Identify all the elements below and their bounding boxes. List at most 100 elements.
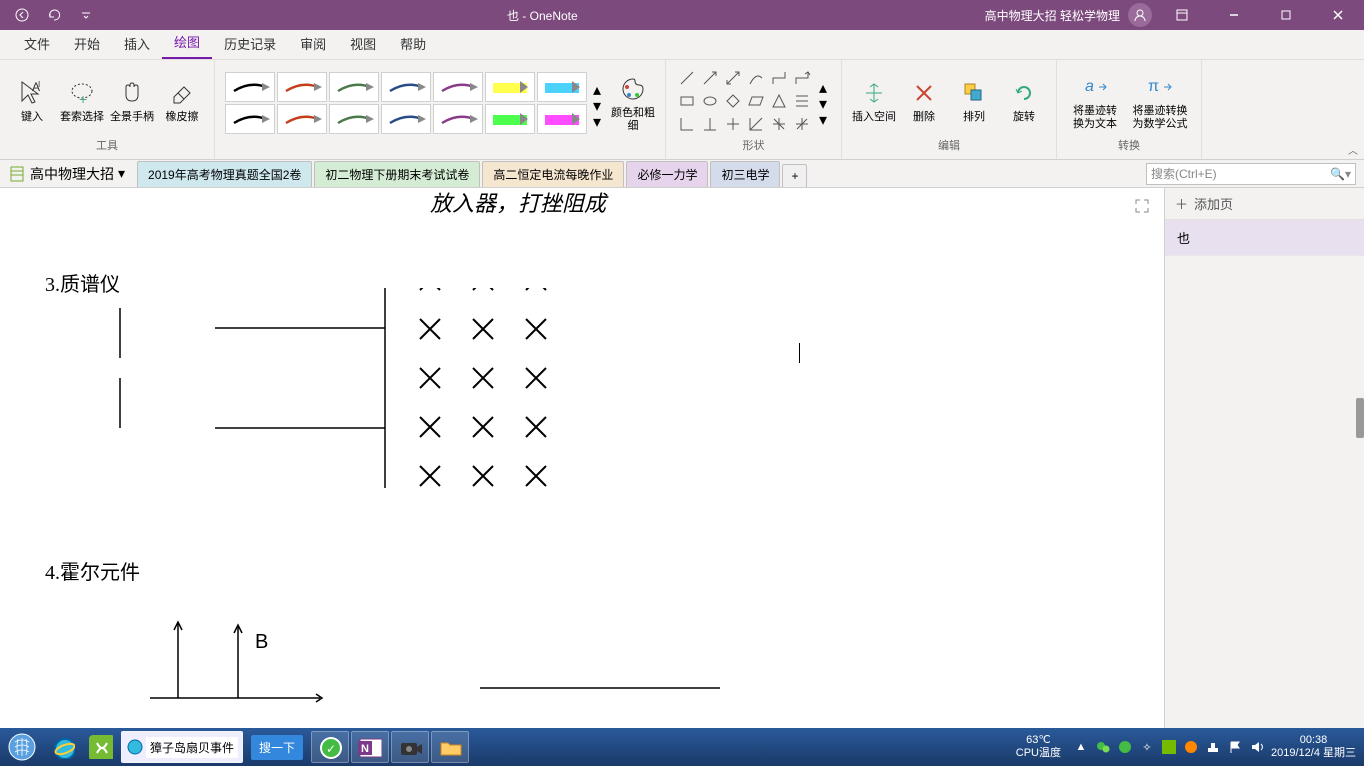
shape-parallelogram[interactable]	[745, 90, 767, 112]
shape-rect[interactable]	[676, 90, 698, 112]
undo-button[interactable]	[40, 3, 68, 27]
tray-icon-1[interactable]: ▲	[1073, 739, 1089, 755]
pen-0-3[interactable]	[381, 72, 431, 102]
pan-button[interactable]: 全景手柄	[108, 66, 156, 136]
insert-space-button[interactable]: 插入空间	[850, 66, 898, 136]
pen-0-4[interactable]	[433, 72, 483, 102]
tray-nvidia-icon[interactable]	[1161, 739, 1177, 755]
tray-wechat-icon[interactable]	[1095, 739, 1111, 755]
tray-flag-icon[interactable]	[1227, 739, 1243, 755]
shape-axis2[interactable]	[699, 113, 721, 135]
pen-0-5[interactable]	[485, 72, 535, 102]
ink-to-math-button[interactable]: π 将墨迹转换 为数学公式	[1127, 66, 1193, 136]
start-button[interactable]	[0, 728, 44, 766]
tray-volume-icon[interactable]	[1249, 739, 1265, 755]
search-icon: 🔍▾	[1330, 167, 1351, 181]
add-section-button[interactable]: +	[782, 164, 807, 187]
section-tab-1[interactable]: 初二物理下册期末考试试卷	[314, 161, 480, 187]
shape-axis5[interactable]	[768, 113, 790, 135]
tab-view[interactable]: 视图	[338, 28, 388, 59]
shape-triangle[interactable]	[768, 90, 790, 112]
shape-ellipse[interactable]	[699, 90, 721, 112]
clock[interactable]: 00:38 2019/12/4 星期三	[1271, 734, 1356, 760]
tab-review[interactable]: 审阅	[288, 28, 338, 59]
section-tab-2[interactable]: 高二恒定电流每晚作业	[482, 161, 624, 187]
arrange-button[interactable]: 排列	[950, 66, 998, 136]
tray-shield-icon[interactable]	[1117, 739, 1133, 755]
eraser-button[interactable]: 橡皮擦	[158, 66, 206, 136]
shape-axis3[interactable]	[722, 113, 744, 135]
back-button[interactable]	[8, 3, 36, 27]
pen-scroll-down[interactable]: ▾	[593, 96, 607, 110]
shape-elbow[interactable]	[768, 67, 790, 89]
minimize-button[interactable]	[1212, 0, 1256, 30]
color-thickness-button[interactable]: 颜色和粗细	[609, 68, 657, 138]
pen-0-6[interactable]	[537, 72, 587, 102]
close-button[interactable]	[1316, 0, 1360, 30]
pen-0-2[interactable]	[329, 72, 379, 102]
shape-scroll-down[interactable]: ▾	[819, 94, 833, 108]
tray-icon-3[interactable]: ✧	[1139, 739, 1155, 755]
shape-diamond[interactable]	[722, 90, 744, 112]
tray-network-icon[interactable]	[1205, 739, 1221, 755]
taskbar-camera[interactable]	[391, 731, 429, 763]
shape-curve[interactable]	[745, 67, 767, 89]
tray-icon-5[interactable]	[1183, 739, 1199, 755]
pen-gallery-more[interactable]: ▾	[593, 112, 607, 126]
tab-insert[interactable]: 插入	[112, 28, 162, 59]
canvas[interactable]: 放入器，打挫阻成 3.质谱仪 4.霍尔元件 B	[0, 188, 1164, 728]
page-item-0[interactable]: 也	[1165, 220, 1364, 256]
notebook-dropdown[interactable]: 高中物理大招 ▾	[8, 164, 137, 184]
collapse-ribbon-button[interactable]: ︿	[1348, 142, 1358, 157]
shape-axis1[interactable]	[676, 113, 698, 135]
section-tab-0[interactable]: 2019年高考物理真题全国2卷	[137, 161, 312, 187]
pen-1-5[interactable]	[485, 104, 535, 134]
tab-help[interactable]: 帮助	[388, 28, 438, 59]
tab-draw[interactable]: 绘图	[162, 26, 212, 59]
lasso-button[interactable]: + 套索选择	[58, 66, 106, 136]
maximize-button[interactable]	[1264, 0, 1308, 30]
pen-1-1[interactable]	[277, 104, 327, 134]
tab-history[interactable]: 历史记录	[212, 28, 288, 59]
pen-0-1[interactable]	[277, 72, 327, 102]
shape-arrow[interactable]	[699, 67, 721, 89]
tab-file[interactable]: 文件	[12, 28, 62, 59]
taskbar-onenote[interactable]: N	[351, 731, 389, 763]
rotate-button[interactable]: 旋转	[1000, 66, 1048, 136]
shape-axis6[interactable]	[791, 113, 813, 135]
section-tab-4[interactable]: 初三电学	[710, 161, 780, 187]
shape-scroll-up[interactable]: ▴	[819, 78, 833, 92]
section-tab-3[interactable]: 必修一力学	[626, 161, 708, 187]
taskbar-ie[interactable]	[45, 731, 81, 763]
ribbon-display-button[interactable]	[1160, 0, 1204, 30]
shape-doublearrow[interactable]	[722, 67, 744, 89]
pen-1-0[interactable]	[225, 104, 275, 134]
shape-more1[interactable]	[791, 90, 813, 112]
shape-axis4[interactable]	[745, 113, 767, 135]
qat-more-button[interactable]	[72, 3, 100, 27]
pen-1-6[interactable]	[537, 104, 587, 134]
delete-button[interactable]: 删除	[900, 66, 948, 136]
taskbar-sogou[interactable]: 搜一下	[245, 731, 309, 763]
search-input[interactable]: 搜索(Ctrl+E) 🔍▾	[1146, 163, 1356, 185]
pen-0-0[interactable]	[225, 72, 275, 102]
user-avatar[interactable]	[1128, 3, 1152, 27]
taskbar-explorer[interactable]	[431, 731, 469, 763]
tab-home[interactable]: 开始	[62, 28, 112, 59]
taskbar-ie-window[interactable]: 獐子岛扇贝事件	[121, 731, 243, 763]
cpu-temp[interactable]: 63℃ CPU温度	[1010, 734, 1067, 760]
pen-1-3[interactable]	[381, 104, 431, 134]
pen-scroll-up[interactable]: ▴	[593, 80, 607, 94]
add-page-button[interactable]: ＋ 添加页	[1165, 188, 1364, 220]
expand-icon[interactable]	[1134, 198, 1150, 219]
taskbar-app1[interactable]	[83, 731, 119, 763]
shape-elbow-arrow[interactable]	[791, 67, 813, 89]
scrollbar-thumb[interactable]	[1356, 398, 1364, 438]
shape-more[interactable]: ▾	[819, 110, 833, 124]
type-button[interactable]: AI 键入	[8, 66, 56, 136]
ink-to-text-button[interactable]: a 将墨迹转 换为文本	[1065, 66, 1125, 136]
pen-1-4[interactable]	[433, 104, 483, 134]
taskbar-security[interactable]: ✓	[311, 731, 349, 763]
pen-1-2[interactable]	[329, 104, 379, 134]
shape-line[interactable]	[676, 67, 698, 89]
